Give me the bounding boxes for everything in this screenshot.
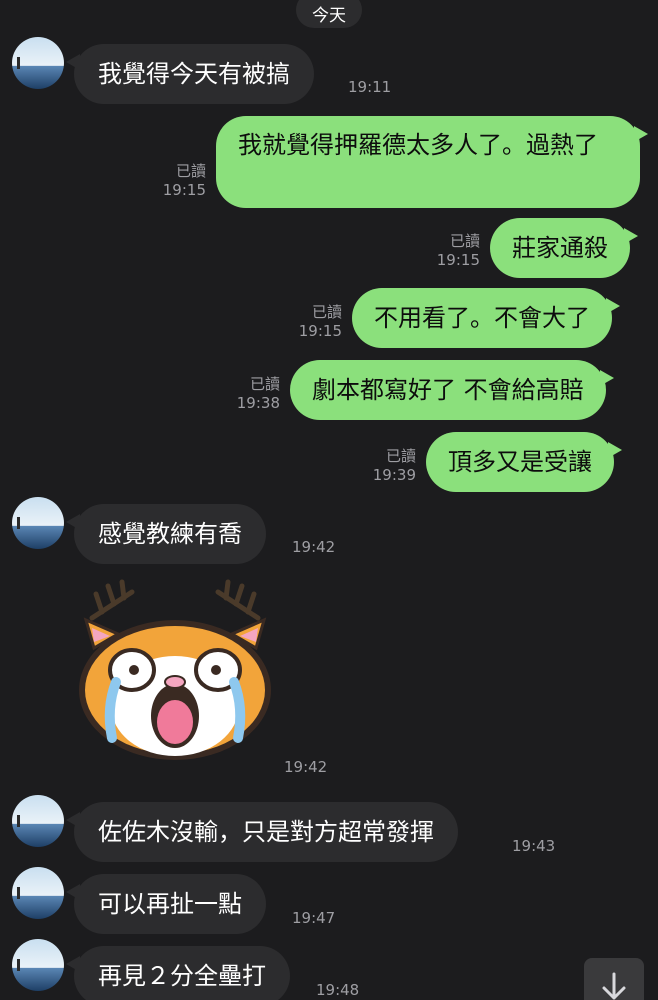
- message-bubble-outgoing[interactable]: 我就覺得押羅德太多人了。過熱了: [216, 116, 648, 208]
- message-time: 19:48: [316, 981, 360, 999]
- message-time: 19:38: [236, 394, 280, 412]
- avatar-image: [12, 867, 64, 919]
- scroll-to-bottom-button[interactable]: [584, 958, 644, 1000]
- message-bubble-incoming[interactable]: 再見２分全壘打: [66, 946, 290, 1000]
- chat-view: 今天 我覺得今天有被搞 19:11 已讀 19:15 我就覺得押羅德太多人了。過…: [0, 0, 658, 1000]
- avatar[interactable]: [12, 939, 64, 991]
- message-meta: 已讀 19:15: [146, 162, 206, 200]
- read-receipt: 已讀: [385, 447, 416, 465]
- read-receipt: 已讀: [311, 303, 342, 321]
- arrow-down-icon: [602, 972, 626, 1000]
- message-meta: 已讀 19:15: [420, 232, 480, 270]
- message-time: 19:39: [372, 466, 416, 484]
- read-receipt: 已讀: [449, 232, 480, 250]
- read-receipt: 已讀: [175, 162, 206, 180]
- avatar-image: [12, 795, 64, 847]
- message-meta: 已讀 19:15: [282, 303, 342, 341]
- message-time: 19:15: [436, 251, 480, 269]
- message-bubble-outgoing[interactable]: 頂多又是受讓: [426, 432, 622, 492]
- message-time: 19:42: [292, 538, 336, 556]
- message-bubble-outgoing[interactable]: 劇本都寫好了 不會給高賠: [290, 360, 614, 420]
- message-time: 19:11: [348, 78, 392, 96]
- message-bubble-incoming[interactable]: 感覺教練有喬: [66, 504, 266, 564]
- message-meta: 已讀 19:39: [356, 447, 416, 485]
- message-bubble-incoming[interactable]: 佐佐木沒輸，只是對方超常發揮: [66, 802, 458, 862]
- message-bubble-outgoing[interactable]: 莊家通殺: [490, 218, 638, 278]
- message-meta: 已讀 19:38: [220, 375, 280, 413]
- date-separator: 今天: [296, 0, 362, 28]
- avatar-image: [12, 497, 64, 549]
- sticker-image: [79, 579, 271, 760]
- message-bubble-incoming[interactable]: 可以再扯一點: [66, 874, 266, 934]
- avatar-image: [12, 37, 64, 89]
- avatar[interactable]: [12, 867, 64, 919]
- message-time: 19:15: [162, 181, 206, 199]
- avatar-image: [12, 939, 64, 991]
- message-bubble-incoming[interactable]: 我覺得今天有被搞: [66, 44, 314, 104]
- avatar[interactable]: [12, 497, 64, 549]
- read-receipt: 已讀: [249, 375, 280, 393]
- message-time: 19:43: [512, 837, 556, 855]
- message-bubble-outgoing[interactable]: 不用看了。不會大了: [352, 288, 620, 348]
- crying-cat-sticker[interactable]: [72, 578, 278, 764]
- avatar[interactable]: [12, 37, 64, 89]
- message-time: 19:47: [292, 909, 336, 927]
- message-time: 19:42: [284, 758, 328, 776]
- avatar[interactable]: [12, 795, 64, 847]
- message-time: 19:15: [298, 322, 342, 340]
